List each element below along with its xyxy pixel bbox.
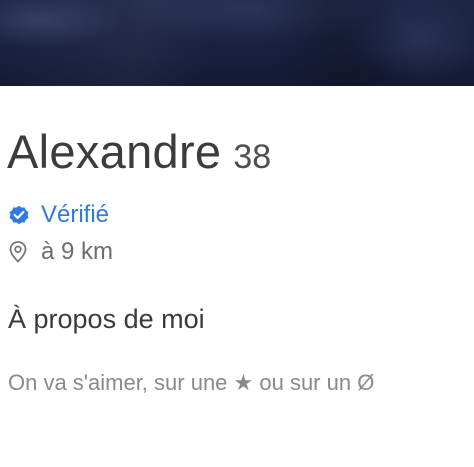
verified-label: Vérifié — [41, 201, 110, 228]
profile-name: Alexandre — [7, 125, 222, 178]
profile-age: 38 — [233, 138, 272, 176]
location-pin-icon — [8, 240, 28, 264]
name-row: Alexandre 38 — [7, 124, 271, 179]
about-section-title: À propos de moi — [8, 304, 205, 334]
verified-badge-icon — [8, 204, 30, 226]
distance-label: à 9 km — [41, 238, 114, 265]
profile-card: Alexandre 38 Vérifié à 9 km À propos de … — [0, 0, 474, 467]
verified-row: Vérifié — [8, 201, 109, 229]
distance-row: à 9 km — [8, 238, 113, 266]
bio-text: On va s'aimer, sur une ★ ou sur un Ø — [8, 370, 375, 395]
profile-photo[interactable] — [0, 0, 474, 86]
